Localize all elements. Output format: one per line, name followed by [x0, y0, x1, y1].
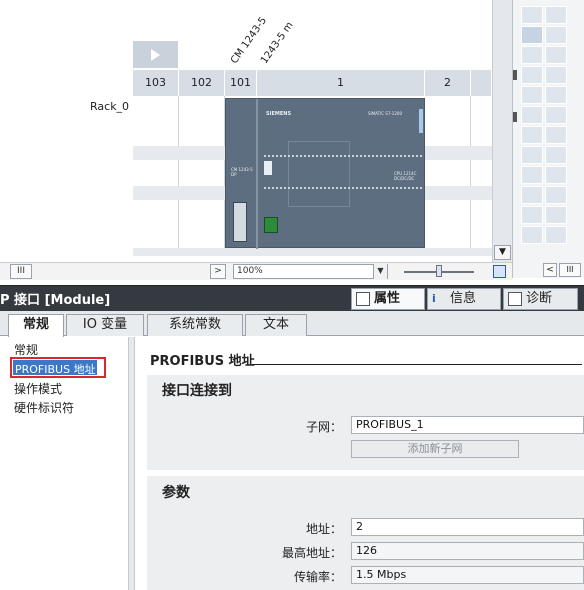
subtab-system-constants[interactable]: 系统常数: [147, 314, 243, 336]
overview-cell: [521, 86, 543, 104]
address-label: 地址：: [305, 522, 342, 536]
highest-address-label: 最高地址：: [281, 546, 342, 560]
transmission-rate-label: 传输率：: [293, 570, 342, 584]
chevron-down-icon[interactable]: ▼: [373, 264, 387, 279]
subnet-label: 子网：: [305, 420, 342, 434]
overview-cell: [521, 26, 543, 44]
cpu-io-row-bottom: [264, 187, 422, 190]
zoom-select[interactable]: 100% ▼: [233, 264, 388, 279]
overview-cell: [545, 166, 567, 184]
overview-cell: [521, 146, 543, 164]
overview-cell: [545, 66, 567, 84]
subnet-field[interactable]: PROFIBUS_1: [351, 416, 584, 434]
overview-cell: [521, 186, 543, 204]
tab-info[interactable]: i 信息: [427, 288, 501, 310]
info-icon: i: [432, 292, 436, 305]
highest-address-field[interactable]: 126: [351, 542, 584, 560]
overview-cell: [521, 106, 543, 124]
slot-header-102: 102: [179, 70, 225, 96]
cpu-led-block: [264, 161, 272, 175]
rack-expand-button[interactable]: [133, 41, 178, 68]
slot-header-2: 2: [425, 70, 471, 96]
overview-cell: [545, 86, 567, 104]
nav-item-general[interactable]: 常规: [14, 341, 38, 358]
slot-header-1: 1: [257, 70, 425, 96]
cpu-module[interactable]: SIEMENS SIMATIC S7-1200 CPU 1214C DC/DC/…: [225, 98, 425, 249]
zoom-value: 100%: [237, 266, 263, 276]
overview-cell: [521, 66, 543, 84]
device-view-toolbar: III > 100% ▼: [0, 262, 512, 280]
overview-toggle-icon[interactable]: [493, 265, 506, 278]
nav-item-hardware-id[interactable]: 硬件标识符: [14, 399, 74, 416]
nav-item-profibus-address[interactable]: PROFIBUS 地址: [15, 361, 96, 377]
overview-panel[interactable]: < III: [512, 0, 584, 278]
overview-cell: [545, 26, 567, 44]
zoom-slider-thumb[interactable]: [436, 265, 442, 277]
section-parameters-title: 参数: [162, 485, 190, 501]
ethernet-port-icon: [264, 217, 278, 233]
overview-cell: [545, 186, 567, 204]
device-view[interactable]: CM 1243-5 1243-5 m 103 102 101 1 2 Rack_…: [0, 0, 512, 262]
cpu-status-indicator: [419, 109, 423, 133]
add-new-subnet-button[interactable]: 添加新子网: [351, 440, 519, 458]
tab-diagnostics-label: 诊断: [526, 291, 553, 306]
tab-properties-label: 属性: [374, 291, 401, 306]
overview-cell: [521, 6, 543, 24]
overview-cell: [521, 206, 543, 224]
device-view-vscroll[interactable]: ▼: [492, 0, 512, 262]
address-field[interactable]: 2: [351, 518, 584, 536]
cm-type: CM 1243-5 DP: [231, 167, 253, 177]
subtab-texts[interactable]: 文本: [245, 314, 307, 336]
properties-icon: [356, 292, 370, 306]
cm-module-divider: [256, 99, 258, 249]
overview-cell: [521, 226, 543, 244]
cpu-status-window: [288, 141, 350, 207]
overview-cell: [545, 106, 567, 124]
overview-scroll-left[interactable]: <: [543, 263, 557, 277]
subtab-io-tags[interactable]: IO 变量: [66, 314, 144, 336]
overview-cell: [521, 126, 543, 144]
overview-cell: [521, 166, 543, 184]
overview-cell: [545, 126, 567, 144]
overview-cell: [545, 206, 567, 224]
zoom-slider[interactable]: [404, 265, 474, 277]
rack-name: Rack_0: [90, 100, 130, 113]
collapse-arrow-icon[interactable]: [513, 112, 517, 122]
tab-diagnostics[interactable]: 诊断: [503, 288, 578, 310]
scroll-down-button[interactable]: ▼: [494, 245, 511, 260]
overview-cell: [545, 46, 567, 64]
heading-rule: [252, 364, 582, 365]
subtab-general[interactable]: 常规: [8, 314, 64, 337]
profibus-connector-icon: [233, 202, 247, 242]
play-icon: [151, 49, 160, 61]
inspector-title: P 接口 [Module]: [0, 293, 111, 308]
slot-header-3: [471, 70, 492, 96]
cpu-io-row-top: [264, 155, 422, 158]
rack-slot-102[interactable]: [179, 96, 225, 256]
transmission-rate-field[interactable]: 1.5 Mbps: [351, 566, 584, 584]
overview-cell: [545, 146, 567, 164]
rack-slot-2[interactable]: [425, 96, 471, 256]
tab-properties[interactable]: 属性: [351, 288, 425, 310]
hscroll-thumb[interactable]: III: [10, 264, 32, 279]
overview-cell: [545, 226, 567, 244]
overview-cell: [545, 6, 567, 24]
collapse-arrow-icon[interactable]: [513, 70, 517, 80]
diagnostics-icon: [508, 292, 522, 306]
nav-splitter[interactable]: [128, 337, 134, 590]
rack-rail-bottom: [133, 248, 492, 256]
hscroll-right-button[interactable]: >: [210, 264, 226, 279]
cpu-brand: SIEMENS: [266, 111, 292, 117]
nav-item-operating-mode[interactable]: 操作模式: [14, 380, 62, 397]
slot-header-101: 101: [225, 70, 257, 96]
rack-slot-103[interactable]: [133, 96, 179, 256]
slot-header-103: 103: [133, 70, 179, 96]
overview-scroll-thumb[interactable]: III: [559, 263, 581, 277]
overview-cell: [521, 46, 543, 64]
content-heading: PROFIBUS 地址: [150, 354, 255, 369]
cpu-type: CPU 1214C DC/DC/DC: [394, 171, 417, 181]
section-interface-connection-title: 接口连接到: [162, 383, 232, 399]
tab-info-label: 信息: [450, 291, 477, 306]
cpu-model: SIMATIC S7-1200: [368, 111, 402, 116]
